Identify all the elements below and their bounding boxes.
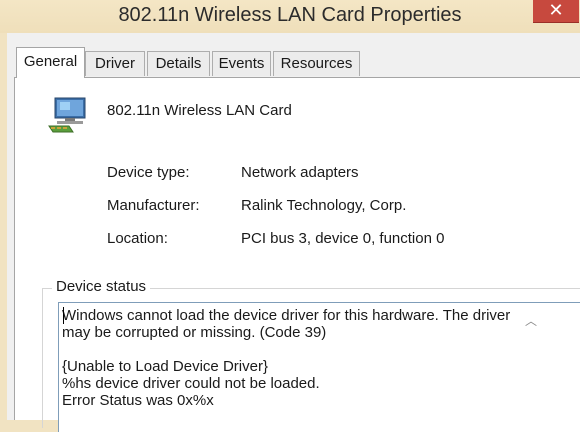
dialog-client-area: General Driver Details Events Resources …	[7, 33, 580, 432]
tab-general[interactable]: General	[16, 47, 85, 78]
device-type-value: Network adapters	[241, 164, 359, 181]
device-status-textbox[interactable]: Windows cannot load the device driver fo…	[58, 302, 580, 432]
location-label: Location:	[107, 230, 168, 247]
title-bar: 802.11n Wireless LAN Card Properties ✕	[0, 0, 580, 33]
tab-details[interactable]: Details	[147, 51, 210, 76]
window-title: 802.11n Wireless LAN Card Properties	[118, 4, 462, 26]
close-button[interactable]: ✕	[533, 0, 579, 23]
network-adapter-icon	[48, 97, 86, 133]
general-tab-page: 802.11n Wireless LAN Card Device type: N…	[14, 77, 580, 432]
device-type-label: Device type:	[107, 164, 190, 181]
device-status-text: Windows cannot load the device driver fo…	[62, 307, 511, 409]
manufacturer-value: Ralink Technology, Corp.	[241, 197, 407, 214]
tab-driver[interactable]: Driver	[85, 51, 145, 76]
tab-events[interactable]: Events	[212, 51, 271, 76]
scroll-up-arrow-icon[interactable]: ︿	[523, 315, 539, 327]
device-name: 802.11n Wireless LAN Card	[107, 102, 292, 119]
tab-resources[interactable]: Resources	[273, 51, 360, 76]
device-status-title: Device status	[52, 278, 151, 295]
location-value: PCI bus 3, device 0, function 0	[241, 230, 445, 247]
text-caret	[63, 307, 64, 324]
manufacturer-label: Manufacturer:	[107, 197, 200, 214]
